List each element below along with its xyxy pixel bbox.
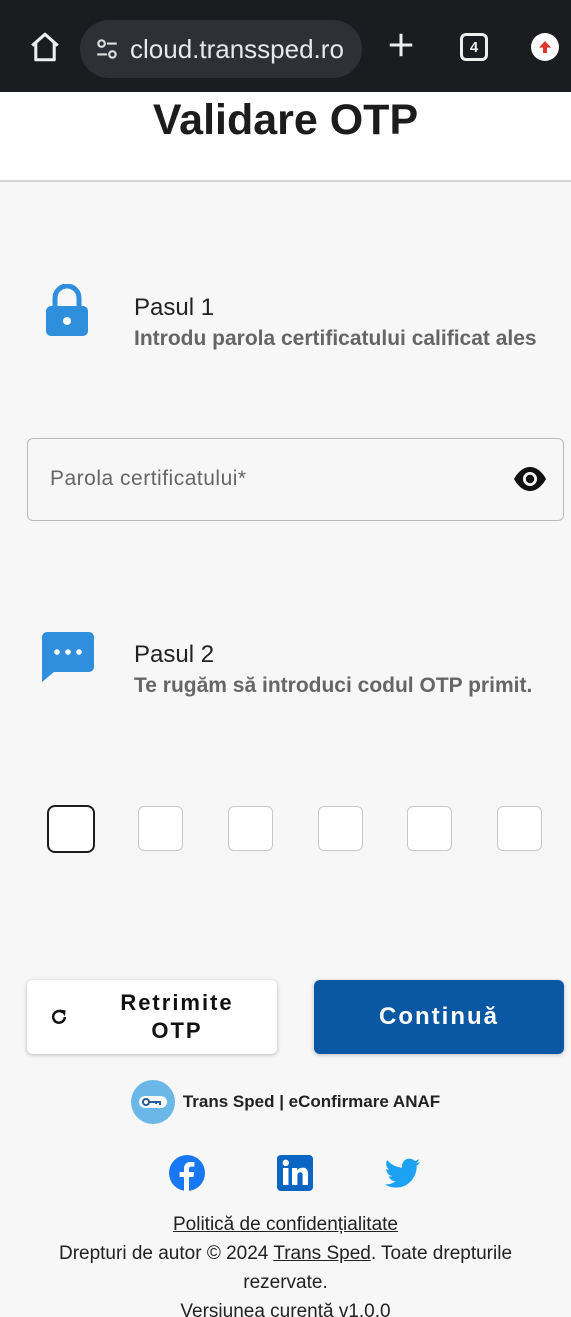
resend-label-line-2: OTP bbox=[151, 1018, 203, 1043]
resend-label-line-1: Retrimite bbox=[120, 990, 234, 1015]
password-field[interactable] bbox=[27, 438, 564, 521]
brand: Trans Sped | eConfirmare ANAF bbox=[0, 1080, 571, 1124]
extension-arrow-icon bbox=[539, 41, 551, 53]
url-text: cloud.transsped.ro bbox=[130, 33, 344, 64]
facebook-icon[interactable] bbox=[168, 1154, 206, 1192]
lock-icon bbox=[46, 284, 88, 336]
home-icon[interactable] bbox=[28, 30, 62, 64]
step-1-description: Introdu parola certificatului calificat … bbox=[134, 327, 537, 350]
password-input[interactable] bbox=[28, 439, 498, 519]
otp-digit-5[interactable] bbox=[407, 806, 452, 851]
version-text: Versiunea curentă v1.0.0 bbox=[180, 1301, 391, 1317]
company-link[interactable]: Trans Sped bbox=[273, 1243, 371, 1264]
extension-icon[interactable] bbox=[531, 33, 559, 61]
site-settings-icon[interactable] bbox=[94, 36, 120, 62]
eye-icon[interactable] bbox=[513, 466, 547, 492]
tab-switcher-icon[interactable]: 4 bbox=[460, 33, 488, 61]
step-1-title: Pasul 1 bbox=[134, 294, 215, 321]
step-2: Pasul 2 Te rugăm să introduci codul OTP … bbox=[42, 632, 544, 732]
footer: Politică de confidențialitate Drepturi d… bbox=[0, 1210, 571, 1317]
resend-otp-button[interactable]: Retrimite OTP bbox=[27, 980, 277, 1054]
browser-toolbar: cloud.transsped.ro 4 bbox=[0, 0, 571, 92]
otp-digit-3[interactable] bbox=[228, 806, 273, 851]
linkedin-icon[interactable] bbox=[276, 1154, 314, 1192]
otp-digit-2[interactable] bbox=[138, 806, 183, 851]
step-2-title: Pasul 2 bbox=[134, 641, 215, 668]
refresh-icon bbox=[51, 1009, 67, 1024]
message-icon bbox=[42, 632, 94, 682]
copyright-prefix: Drepturi de autor © 2024 bbox=[58, 1243, 274, 1264]
resend-otp-label: Retrimite OTP bbox=[87, 989, 267, 1045]
page-title: Validare OTP bbox=[152, 96, 419, 144]
continue-button[interactable]: Continuă bbox=[314, 980, 564, 1054]
twitter-icon[interactable] bbox=[384, 1154, 422, 1192]
step-1: Pasul 1 Introdu parola certificatului ca… bbox=[44, 284, 544, 386]
new-tab-icon[interactable] bbox=[386, 30, 416, 60]
tab-count: 4 bbox=[469, 38, 479, 56]
trans-sped-logo-icon bbox=[130, 1080, 175, 1124]
otp-digit-6[interactable] bbox=[497, 806, 542, 851]
key-logo-icon bbox=[138, 1096, 167, 1108]
step-2-description: Te rugăm să introduci codul OTP primit. bbox=[134, 674, 533, 697]
address-bar[interactable]: cloud.transsped.ro bbox=[80, 20, 362, 78]
otp-digit-4[interactable] bbox=[318, 806, 363, 851]
privacy-policy-link[interactable]: Politică de confidențialitate bbox=[173, 1214, 398, 1235]
copyright-text: Drepturi de autor © 2024 Trans Sped. Toa… bbox=[0, 1239, 571, 1297]
brand-text: Trans Sped | eConfirmare ANAF bbox=[182, 1092, 441, 1111]
otp-digit-1[interactable] bbox=[47, 805, 95, 853]
